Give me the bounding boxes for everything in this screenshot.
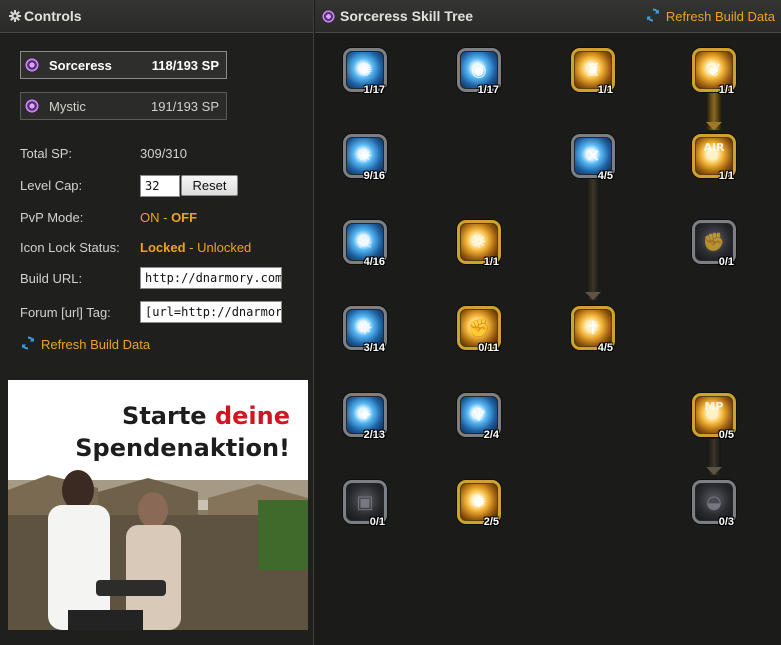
skill-tree-header: Sorceress Skill Tree Refresh Build Data	[315, 0, 781, 33]
skill-slot[interactable]: ▣ 0/1	[343, 480, 387, 528]
skill-slot[interactable]: ☼ 1/1	[457, 220, 501, 268]
connector-arrow	[585, 292, 601, 300]
skill-slot[interactable]: ✕ 4/5	[571, 134, 615, 182]
class-sp: 191/193 SP	[151, 98, 219, 114]
class-name: Mystic	[49, 98, 86, 114]
skill-points: 4/16	[363, 256, 385, 268]
skill-connector	[586, 174, 600, 300]
skill-slot[interactable]: ♜ 1/1	[571, 48, 615, 96]
skill-points: 1/1	[718, 170, 734, 182]
skill-points: 4/5	[597, 342, 613, 354]
pvp-on-option[interactable]: ON	[140, 210, 160, 225]
class-sp: 118/193 SP	[151, 57, 219, 73]
skill-slot[interactable]: ✵ 3/14	[343, 306, 387, 354]
skill-points: 0/1	[718, 256, 734, 268]
skill-points: 1/1	[718, 84, 734, 96]
skill-points: 1/17	[477, 84, 499, 96]
locked-option[interactable]: Locked	[140, 240, 186, 255]
forum-tag-field[interactable]: [url=http://dnarmory.cor	[140, 301, 282, 323]
refresh-build-data-link[interactable]: Refresh Build Data	[646, 8, 775, 25]
skill-slot[interactable]: ◒ 0/3	[692, 480, 736, 528]
connector-arrow	[706, 467, 722, 475]
skill-slot[interactable]: ☠ 4/16	[343, 220, 387, 268]
connector-arrow	[706, 122, 722, 130]
class-name: Sorceress	[49, 57, 112, 73]
class-tab-sorceress[interactable]: Sorceress 118/193 SP	[20, 51, 227, 79]
skill-points: 1/1	[597, 84, 613, 96]
unlocked-option[interactable]: Unlocked	[197, 240, 251, 255]
skill-slot[interactable]: ✊ 0/1	[692, 220, 736, 268]
total-sp-label: Total SP:	[20, 146, 73, 161]
skill-points: 0/11	[478, 342, 499, 354]
skill-slot[interactable]: ✊ 0/11	[457, 306, 501, 354]
controls-title: Controls	[24, 8, 82, 24]
skill-points: 2/5	[483, 516, 499, 528]
refresh-label: Refresh Build Data	[665, 9, 775, 24]
icon-lock-toggle: Locked - Unlocked	[140, 240, 251, 255]
skill-points: 2/4	[483, 429, 499, 441]
gear-icon	[9, 10, 21, 22]
skill-points: 0/3	[718, 516, 734, 528]
mystic-emblem-icon	[25, 99, 39, 113]
skill-slot[interactable]: ♆ 2/4	[457, 393, 501, 441]
skill-points: 0/5	[718, 429, 734, 441]
skill-slot[interactable]: AIR 1/1	[692, 134, 736, 182]
total-sp-value: 309/310	[140, 146, 187, 161]
sorceress-emblem-icon	[322, 9, 335, 23]
level-cap-input[interactable]: 32	[140, 175, 180, 197]
skill-points: 1/17	[363, 84, 385, 96]
skill-slot[interactable]: ✹ 2/5	[457, 480, 501, 528]
skill-points: 4/5	[597, 170, 613, 182]
skill-points: 1/1	[483, 256, 499, 268]
skill-points: 9/16	[363, 170, 385, 182]
ad-line2: Spendenaktion!	[75, 434, 290, 462]
skill-slot[interactable]: ✦ 2/13	[343, 393, 387, 441]
skill-points: 3/14	[363, 342, 385, 354]
pvp-mode-label: PvP Mode:	[20, 210, 84, 225]
build-url-label: Build URL:	[20, 271, 83, 286]
controls-panel: Controls Sorceress 118/193 SP Mystic 191…	[0, 0, 314, 645]
pvp-off-option[interactable]: OFF	[171, 210, 197, 225]
skill-tree-title: Sorceress Skill Tree	[340, 8, 474, 24]
ad-line1-a: Starte	[122, 402, 215, 430]
pvp-separator: -	[159, 210, 172, 225]
refresh-build-data-link[interactable]: Refresh Build Data	[21, 336, 150, 353]
ad-banner[interactable]: Starte deine Spendenaktion!	[8, 380, 308, 630]
lock-separator: -	[185, 240, 198, 255]
refresh-icon	[646, 8, 660, 25]
skill-slot[interactable]: ◉ 1/17	[457, 48, 501, 96]
refresh-icon	[21, 336, 35, 353]
ad-headline: Starte deine Spendenaktion!	[75, 400, 290, 464]
refresh-label: Refresh Build Data	[41, 337, 151, 352]
skill-tree-panel: Sorceress Skill Tree Refresh Build Data …	[315, 0, 781, 645]
icon-lock-label: Icon Lock Status:	[20, 240, 120, 255]
skill-slot[interactable]: MP 0/5	[692, 393, 736, 441]
controls-header: Controls	[0, 0, 313, 33]
skill-slot[interactable]: ✺ 1/17	[343, 48, 387, 96]
sorceress-emblem-icon	[25, 58, 39, 72]
build-url-field[interactable]: http://dnarmory.com/sk	[140, 267, 282, 289]
skill-slot[interactable]: ✝ 4/5	[571, 306, 615, 354]
skill-points: 2/13	[363, 429, 385, 441]
forum-tag-label: Forum [url] Tag:	[20, 305, 111, 320]
level-cap-label: Level Cap:	[20, 178, 83, 193]
reset-button[interactable]: Reset	[181, 175, 238, 196]
class-tab-mystic[interactable]: Mystic 191/193 SP	[20, 92, 227, 120]
skill-slot[interactable]: ❦ 1/1	[692, 48, 736, 96]
pvp-mode-toggle: ON - OFF	[140, 210, 197, 225]
skill-points: 0/1	[369, 516, 385, 528]
skill-slot[interactable]: ✷ 9/16	[343, 134, 387, 182]
ad-line1-b: deine	[214, 402, 290, 430]
